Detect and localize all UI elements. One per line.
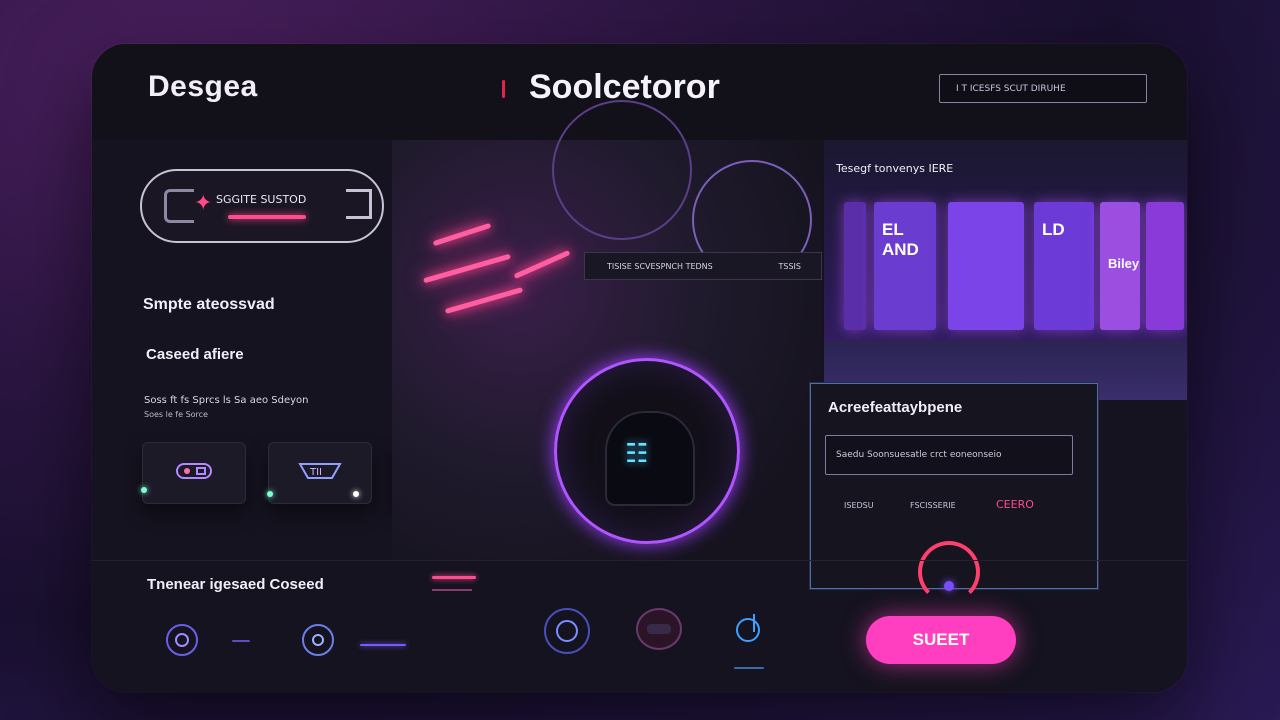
info-strip-label: TISISE SCVESPNCH TEDNS: [607, 261, 713, 271]
bracket-left-icon: [164, 189, 194, 223]
store-title: Tesegf tonvenys IERE: [836, 162, 954, 175]
info-strip: TISISE SCVESPNCH TEDNS TSSIS: [584, 252, 822, 280]
glow-glyph-icon: ☷: [625, 439, 649, 469]
status-led: [353, 491, 359, 497]
neon-light: [432, 222, 492, 247]
start-button[interactable]: SUEET: [866, 616, 1016, 664]
store-card[interactable]: Biley: [1100, 202, 1140, 330]
option-tile-gamepad[interactable]: [141, 442, 246, 504]
dialog-input[interactable]: [836, 450, 1072, 460]
accent-line: [432, 589, 472, 591]
dialog-title: Acreefeattaybpene: [828, 399, 963, 416]
gauge-knob[interactable]: [944, 581, 954, 591]
dialog-option-3[interactable]: CEERO: [996, 498, 1034, 511]
store-card-label: Biley: [1108, 256, 1140, 271]
info-strip-value: TSSIS: [778, 261, 801, 271]
disc-icon[interactable]: [302, 624, 334, 656]
title-accent-mark: [502, 80, 505, 98]
section-caption: Soes le fe Sorce: [144, 410, 208, 419]
circle-icon[interactable]: [166, 624, 198, 656]
section-heading: Smpte ateossvad: [143, 296, 275, 313]
connector-line: [360, 644, 406, 646]
controller-icon: TII: [296, 460, 344, 486]
status-led: [141, 487, 147, 493]
gamepad-icon: [175, 460, 213, 486]
bracket-right-icon: [346, 189, 372, 219]
option-tile-controller[interactable]: TII: [267, 442, 372, 504]
section-divider: [92, 560, 1187, 561]
svg-text:TII: TII: [309, 467, 322, 478]
section-text: Soss ft fs Sprcs ls Sa aeo Sdeyon: [144, 395, 309, 406]
store-card[interactable]: LD: [1034, 202, 1094, 330]
gauge-dial[interactable]: [918, 541, 980, 603]
store-card[interactable]: EL AND: [874, 202, 936, 330]
store-card[interactable]: [844, 202, 866, 330]
neon-light: [444, 287, 524, 314]
settings-dialog: Acreefeattaybpene ISEDSU FSCISSERIE CEER…: [809, 382, 1099, 603]
status-led: [267, 491, 273, 497]
mask-icon[interactable]: [636, 608, 682, 650]
store-card[interactable]: [948, 202, 1024, 330]
dialog-option-1[interactable]: ISEDSU: [844, 501, 874, 510]
store-card-label: EL AND: [882, 220, 919, 259]
character-figure: [605, 411, 695, 506]
toggle-label: SGGITE SUSTOD: [216, 193, 307, 206]
store-card[interactable]: [1146, 202, 1184, 330]
headset-icon[interactable]: [544, 608, 590, 654]
search-input[interactable]: [956, 83, 1130, 94]
neon-light: [513, 250, 571, 279]
connector-line: [232, 640, 250, 642]
toggle-indicator: [228, 215, 306, 219]
mode-toggle[interactable]: ✦ SGGITE SUSTOD: [140, 169, 384, 243]
store-showcase: Tesegf tonvenys IERE EL AND LD Biley: [824, 140, 1187, 400]
brand-logo[interactable]: Desgea: [148, 70, 258, 104]
accent-line: [432, 576, 476, 579]
search-field[interactable]: [939, 74, 1147, 103]
cable-decoration: [552, 100, 692, 240]
target-icon[interactable]: [732, 612, 766, 646]
main-panel: Desgea Soolcetoror ✦ SGGITE SUSTOD Smpte…: [92, 44, 1187, 692]
bottom-section-title: Tnenear igesaed Coseed: [147, 576, 324, 593]
spark-icon: ✦: [194, 191, 213, 216]
dialog-input-field[interactable]: [825, 435, 1073, 475]
avatar-ring[interactable]: ☷: [554, 358, 740, 544]
section-subheading: Caseed afiere: [146, 346, 244, 363]
dialog-option-2[interactable]: FSCISSERIE: [910, 501, 956, 510]
connector-line: [734, 667, 764, 669]
neon-light: [423, 253, 511, 284]
store-card-label: LD: [1042, 220, 1065, 239]
